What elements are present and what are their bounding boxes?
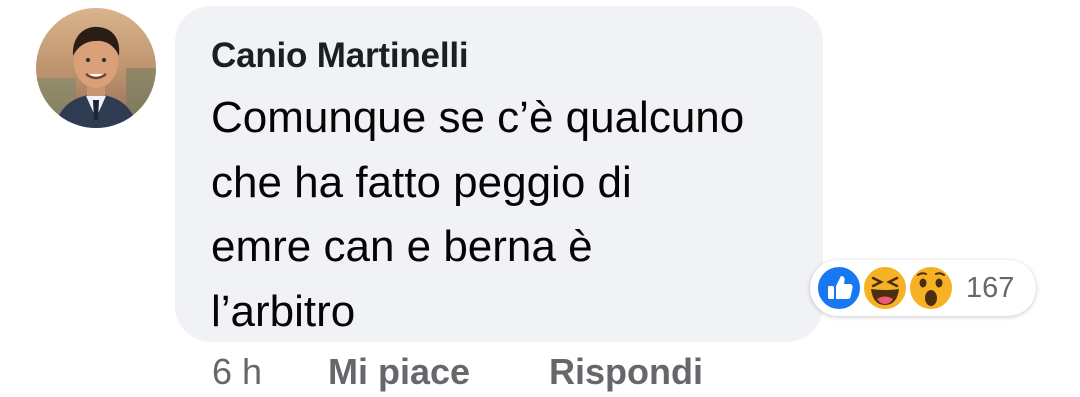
comment-line: l’arbitro — [211, 286, 356, 336]
haha-icon — [862, 265, 908, 311]
comment-line: Comunque se c’è qualcuno — [211, 93, 745, 142]
wow-icon — [908, 265, 954, 311]
comment-text: Comunque se c’è qualcuno che ha fatto pe… — [211, 86, 811, 344]
comment-timestamp[interactable]: 6 h — [212, 351, 262, 393]
reactions-summary[interactable]: 167 — [810, 260, 1036, 316]
like-button[interactable]: Mi piace — [328, 351, 470, 393]
profile-photo — [36, 8, 156, 128]
comment-author[interactable]: Canio Martinelli — [211, 36, 469, 76]
reply-button[interactable]: Rispondi — [549, 351, 703, 393]
avatar[interactable] — [36, 8, 156, 128]
like-icon — [816, 265, 862, 311]
comment-line: che ha fatto peggio di — [211, 157, 632, 207]
comment-bubble: Canio Martinelli Comunque se c’è qualcun… — [175, 6, 823, 342]
reaction-count: 167 — [966, 272, 1015, 304]
comment-line: emre can e berna è — [211, 222, 593, 271]
